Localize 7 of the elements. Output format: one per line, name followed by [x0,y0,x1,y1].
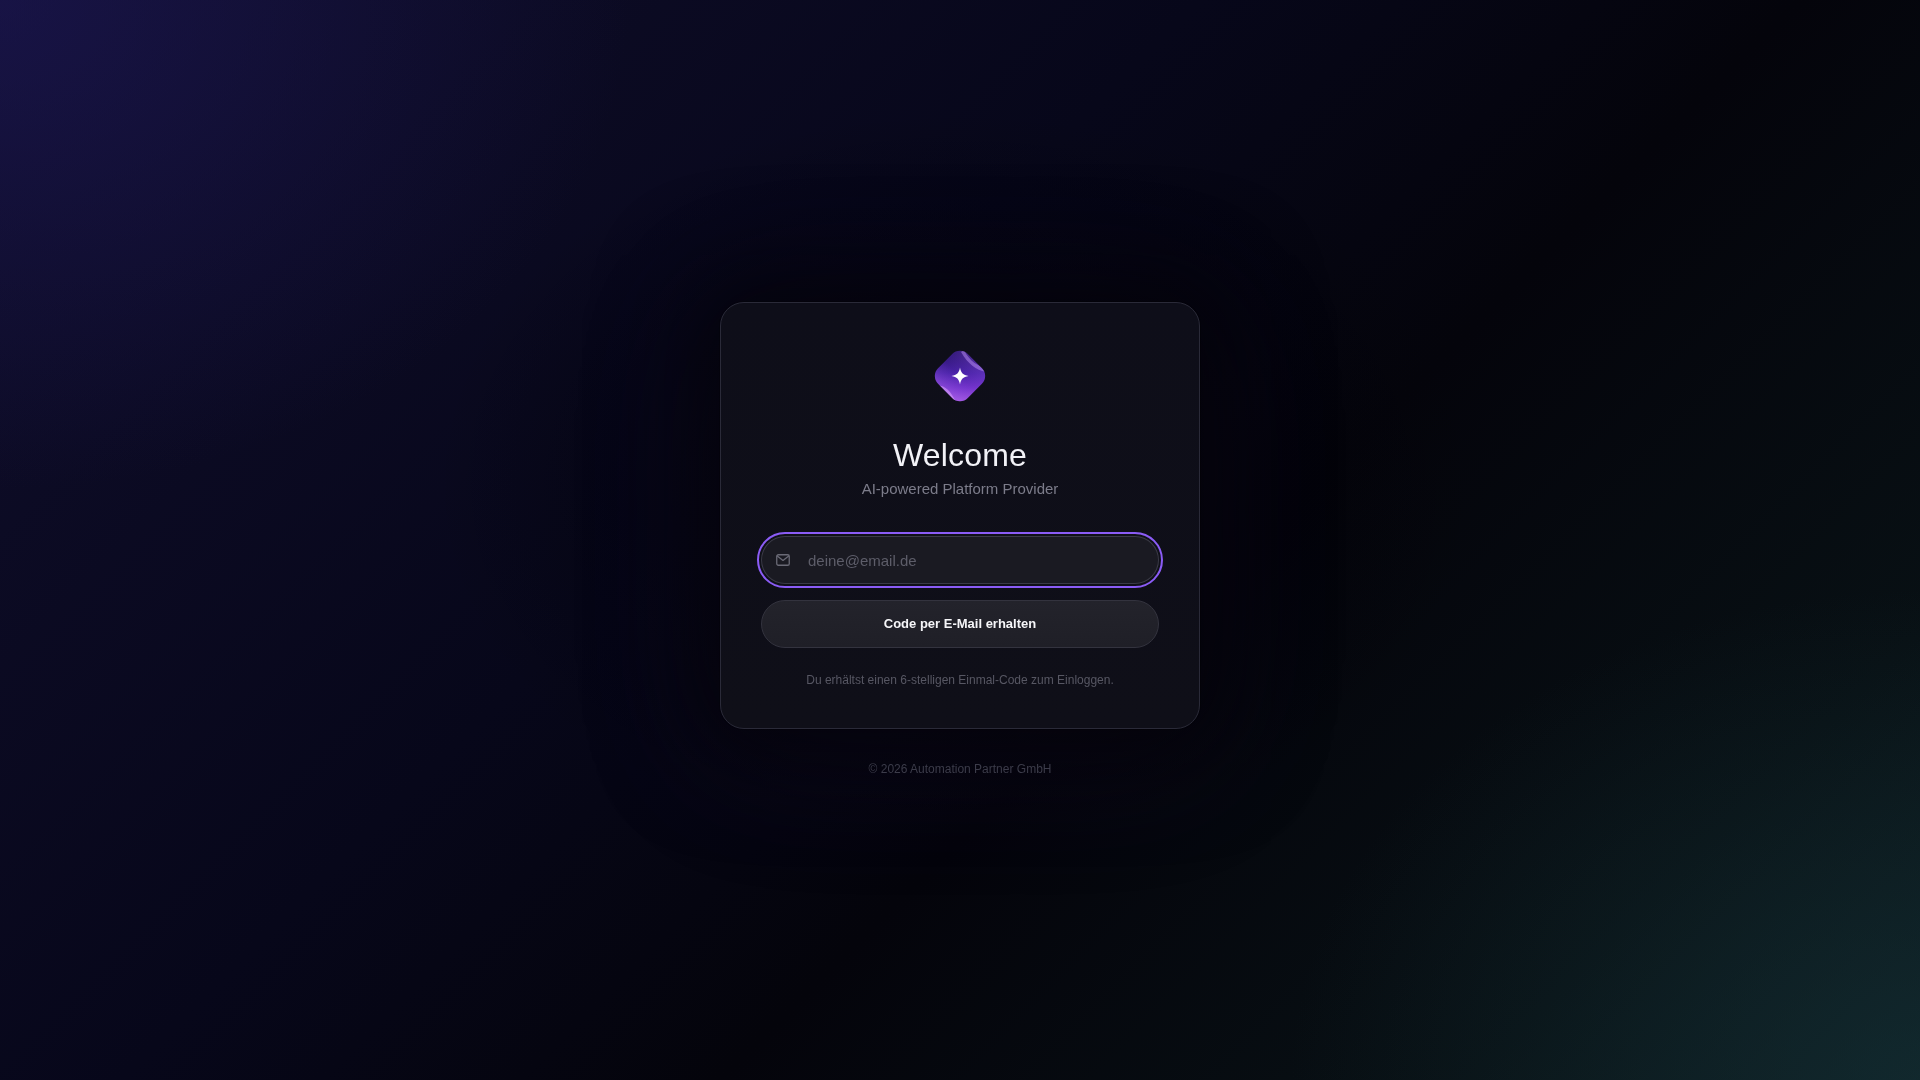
copyright-text: © 2026 Automation Partner GmbH [868,761,1052,778]
send-code-button[interactable]: Code per E-Mail erhalten [761,600,1159,648]
hint-text: Du erhältst einen 6-stelligen Einmal-Code zum Einloggen. [805,672,1115,689]
email-field[interactable]: deine@email.de [757,532,1163,588]
welcome-heading: Welcome [891,436,1029,475]
tagline: AI-powered Platform Provider [860,479,1060,499]
mail-icon [776,554,790,566]
